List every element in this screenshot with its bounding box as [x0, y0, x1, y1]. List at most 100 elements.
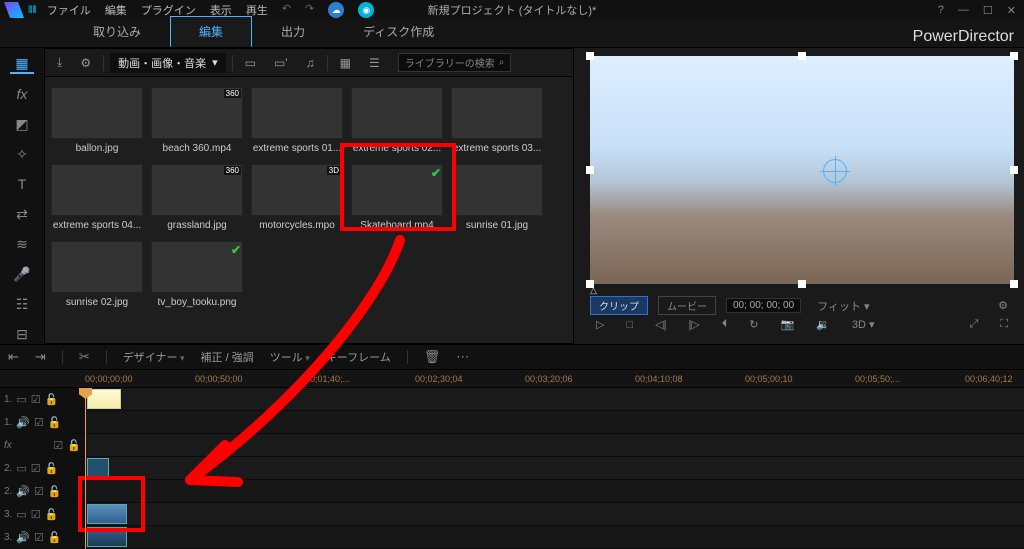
rail-transition-icon[interactable]: ⇄ [10, 204, 34, 224]
track-audio-3: 3.🔊☑🔓 [0, 526, 1024, 549]
check-icon: ✔ [431, 166, 441, 180]
media-item[interactable]: extreme sports 02... [351, 87, 443, 154]
keyframe-button[interactable]: キーフレーム [326, 349, 391, 365]
track-video-icon: ▭ [16, 462, 26, 475]
track-visible-icon[interactable]: ☑ [53, 439, 63, 452]
prev-frame-icon[interactable]: ◁| [649, 317, 672, 332]
media-item[interactable]: 3Dmotorcycles.mpo [251, 164, 343, 231]
media-item[interactable]: extreme sports 04... [51, 164, 143, 231]
undock-icon[interactable]: ⤢ [963, 317, 984, 332]
rail-title-icon[interactable]: T [10, 174, 34, 194]
crosshair-icon[interactable] [823, 159, 847, 183]
track-lock-icon[interactable]: 🔓 [45, 462, 59, 475]
timeline-clip[interactable] [87, 527, 127, 547]
seg-movie[interactable]: ムービー [658, 296, 716, 315]
media-item[interactable]: extreme sports 03... [451, 87, 543, 154]
preview-viewport[interactable] [590, 56, 1014, 284]
import-icon[interactable]: ⤓ [51, 53, 68, 72]
more-icon[interactable]: ⋯ [456, 349, 469, 365]
trash-icon[interactable]: 🗑 [424, 349, 441, 365]
timeline-clip[interactable] [87, 389, 121, 409]
rail-media-icon[interactable]: ▦ [10, 54, 34, 74]
view-mode-icon[interactable]: ▦ [334, 54, 357, 72]
track-lock-icon[interactable]: 🔓 [45, 393, 59, 406]
split-right-icon[interactable]: ⇥ [35, 349, 46, 365]
resize-handle[interactable] [798, 52, 806, 60]
track-lock-icon[interactable]: 🔓 [48, 485, 62, 498]
puzzle-icon[interactable]: ⚙ [74, 54, 97, 72]
resize-handle[interactable] [586, 52, 594, 60]
media-item[interactable]: extreme sports 01... [251, 87, 343, 154]
sort-icon[interactable]: ☰ [363, 54, 386, 72]
playhead[interactable] [85, 388, 86, 549]
step-back-icon[interactable]: ⏴ [716, 317, 734, 332]
loop-icon[interactable]: ↻ [743, 317, 764, 332]
fit-dropdown[interactable]: フィット ▾ [811, 297, 875, 315]
resize-handle[interactable] [1010, 166, 1018, 174]
track-lock-icon[interactable]: 🔓 [48, 416, 62, 429]
play-icon[interactable]: ▷ [590, 317, 610, 332]
minimize-icon[interactable]: — [954, 4, 973, 16]
track-visible-icon[interactable]: ☑ [31, 393, 41, 406]
media-toolbar: ⤓ ⚙ 動画・画像・音楽▾ ▭ ▭' ♫ ▦ ☰ ライブラリーの検索⌕ [45, 49, 573, 77]
track-visible-icon[interactable]: ☑ [34, 485, 44, 498]
timeline-clip[interactable] [87, 504, 127, 524]
maximize-icon[interactable]: ☐ [979, 4, 997, 17]
tool-dropdown[interactable]: ツール [270, 349, 310, 365]
rail-audio-icon[interactable]: ≋ [10, 234, 34, 254]
track-lock-icon[interactable]: 🔓 [48, 531, 62, 544]
tab-output[interactable]: 出力 [252, 16, 334, 47]
preview-panel: △ クリップ ムービー 00; 00; 00; 00 フィット ▾ ⚙ ▷ □ … [574, 48, 1024, 344]
media-item[interactable]: ✔tv_boy_tooku.png [151, 241, 243, 308]
media-item[interactable]: 360grassland.jpg [151, 164, 243, 231]
timeline-toolbar: ⇤ ⇥ ✂ デザイナー 補正 / 強調 ツール キーフレーム 🗑 ⋯ [0, 344, 1024, 370]
cut-icon[interactable]: ✂ [79, 349, 90, 365]
track-visible-icon[interactable]: ☑ [31, 462, 41, 475]
tab-capture[interactable]: 取り込み [64, 16, 170, 47]
resize-handle[interactable] [586, 166, 594, 174]
media-filter-dropdown[interactable]: 動画・画像・音楽▾ [110, 53, 226, 73]
track-visible-icon[interactable]: ☑ [31, 508, 41, 521]
preview-settings-icon[interactable]: ⚙ [992, 298, 1014, 313]
tab-disc[interactable]: ディスク作成 [334, 16, 463, 47]
track-lock-icon[interactable]: 🔓 [67, 439, 81, 452]
library-search[interactable]: ライブラリーの検索⌕ [398, 53, 512, 72]
rail-voice-icon[interactable]: 🎤 [10, 264, 34, 284]
filter-image-icon[interactable]: ▭ [239, 54, 262, 72]
track-visible-icon[interactable]: ☑ [34, 531, 44, 544]
tab-edit[interactable]: 編集 [170, 16, 252, 47]
stop-icon[interactable]: □ [620, 318, 639, 332]
resize-handle[interactable] [1010, 52, 1018, 60]
media-item[interactable]: 360beach 360.mp4 [151, 87, 243, 154]
playhead-marker-icon[interactable]: △ [590, 285, 597, 296]
track-visible-icon[interactable]: ☑ [34, 416, 44, 429]
fix-enhance-button[interactable]: 補正 / 強調 [201, 349, 254, 365]
rail-chapter-icon[interactable]: ☷ [10, 294, 34, 314]
rail-particle-icon[interactable]: ✧ [10, 144, 34, 164]
next-frame-icon[interactable]: |▷ [682, 317, 705, 332]
preview-timecode[interactable]: 00; 00; 00; 00 [726, 298, 801, 313]
track-lock-icon[interactable]: 🔓 [45, 508, 59, 521]
help-icon[interactable]: ? [934, 4, 948, 16]
filter-video-icon[interactable]: ▭' [268, 54, 294, 72]
designer-dropdown[interactable]: デザイナー [123, 349, 185, 365]
media-item[interactable]: ballon.jpg [51, 87, 143, 154]
media-item[interactable]: sunrise 01.jpg [451, 164, 543, 231]
split-left-icon[interactable]: ⇤ [8, 349, 19, 365]
fullscreen-icon[interactable]: ⛶ [994, 317, 1014, 332]
filter-audio-icon[interactable]: ♫ [300, 54, 321, 72]
rail-fx-icon[interactable]: fx [10, 84, 34, 104]
timeline-clip[interactable] [87, 458, 109, 478]
3d-toggle[interactable]: 3D ▾ [846, 317, 881, 332]
media-grid: ballon.jpg 360beach 360.mp4 extreme spor… [45, 77, 573, 343]
rail-pip-icon[interactable]: ◩ [10, 114, 34, 134]
timeline-ruler[interactable]: 00;00;00;00 00;00;50;00 00;01;40;... 00;… [0, 370, 1024, 388]
volume-icon[interactable]: 🔉 [810, 317, 836, 332]
preview-image [590, 56, 1014, 284]
media-item[interactable]: ✔Skateboard.mp4 [351, 164, 443, 231]
media-item[interactable]: sunrise 02.jpg [51, 241, 143, 308]
snapshot-icon[interactable]: 📷 [775, 317, 801, 332]
seg-clip[interactable]: クリップ [590, 296, 648, 315]
close-icon[interactable]: ✕ [1003, 4, 1020, 17]
rail-subtitle-icon[interactable]: ⊟ [10, 324, 34, 344]
